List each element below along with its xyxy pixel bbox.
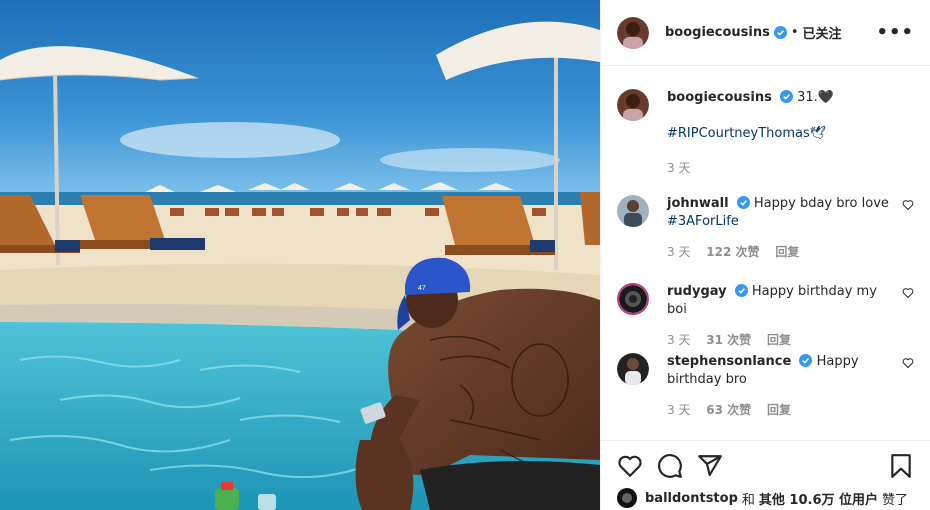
post-photo: 47 [0,0,600,510]
comments-list[interactable]: boogiecousins 31.🖤 #RIPCourtneyThomas🕊 3… [601,67,930,440]
post-header: boogiecousins • 已关注 ••• [601,0,930,66]
comment-likes[interactable]: 122 次赞 [706,245,759,259]
separator-dot: • [790,25,799,40]
verified-badge-icon [734,284,748,297]
bookmark-icon[interactable] [888,453,914,479]
comment-text: Happy bday bro love [753,196,889,211]
comment-likes[interactable]: 63 次赞 [706,403,751,417]
liker-avatar[interactable] [617,488,637,508]
comment-like-heart-icon[interactable] [902,199,914,211]
liked-by-conj: 和 [741,492,755,508]
caption-time[interactable]: 3 天 [667,161,690,175]
comment-row: johnwall Happy bday bro love #3AForLife … [617,195,914,261]
commenter-avatar[interactable] [617,353,649,385]
commenter-username[interactable]: rudygay [667,284,727,299]
liked-by-others[interactable]: 其他 10.6万 位用户 [759,489,878,508]
svg-text:47: 47 [418,285,426,292]
comment-icon[interactable] [657,453,683,479]
comment-hashtag[interactable]: #3AForLife [667,214,739,229]
author-username[interactable]: boogiecousins [665,25,770,40]
verified-badge-icon [736,196,750,209]
commenter-avatar[interactable] [617,283,649,315]
comment-likes[interactable]: 31 次赞 [706,333,751,347]
comment-row: stephensonlance Happy birthday bro 3 天 6… [617,353,914,419]
comment-like-heart-icon[interactable] [902,287,914,299]
reply-button[interactable]: 回复 [767,403,791,417]
heart-icon[interactable] [617,453,643,479]
follow-status-button[interactable]: 已关注 [803,23,842,42]
author-avatar[interactable] [617,16,649,49]
verified-badge-icon [779,90,793,103]
comment-time[interactable]: 3 天 [667,403,690,417]
caption-hashtag[interactable]: #RIPCourtneyThomas🕊 [667,125,890,143]
verified-badge-icon [773,26,787,39]
liked-by-line: balldontstop 和 其他 10.6万 位用户 赞了 [617,488,920,508]
reply-button[interactable]: 回复 [775,245,799,259]
caption-text: 31.🖤 [797,90,834,105]
comment-time[interactable]: 3 天 [667,333,690,347]
verified-badge-icon [799,354,813,367]
share-icon[interactable] [697,453,723,479]
comment-time[interactable]: 3 天 [667,245,690,259]
liker-username[interactable]: balldontstop [645,491,738,506]
action-bar [617,453,914,479]
commenter-username[interactable]: johnwall [667,196,729,211]
comment-row: rudygay Happy birthday my boi 3 天 31 次赞 … [617,283,914,349]
liked-by-suffix: 赞了 [882,492,909,508]
caption-username[interactable]: boogiecousins [667,90,772,105]
commenter-username[interactable]: stephensonlance [667,354,791,369]
caption-row: boogiecousins 31.🖤 #RIPCourtneyThomas🕊 3… [617,89,914,177]
author-avatar[interactable] [617,89,649,121]
more-options-icon[interactable]: ••• [876,23,914,42]
post-actions-area: balldontstop 和 其他 10.6万 位用户 赞了 [601,440,930,510]
commenter-avatar[interactable] [617,195,649,227]
post-side-panel: boogiecousins • 已关注 ••• boogiecousins 31… [600,0,930,510]
reply-button[interactable]: 回复 [767,333,791,347]
comment-like-heart-icon[interactable] [902,357,914,369]
